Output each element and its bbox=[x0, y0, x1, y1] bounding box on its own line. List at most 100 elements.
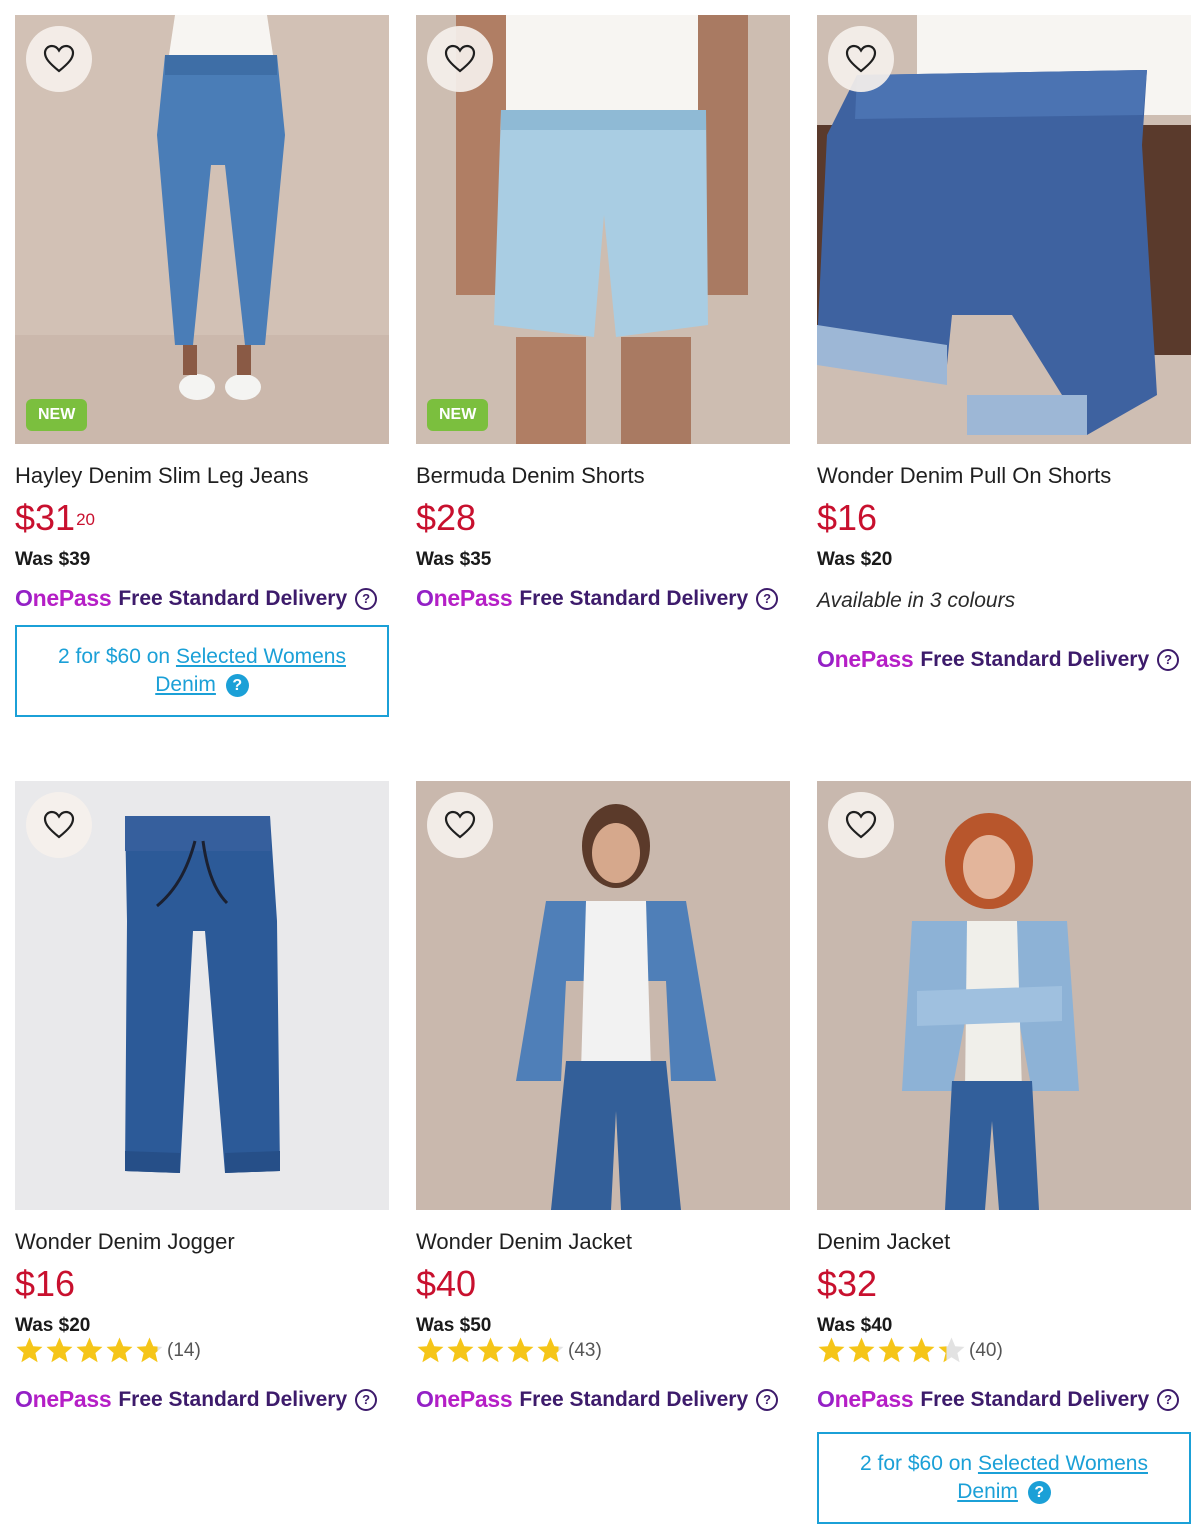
review-count[interactable]: (40) bbox=[969, 1340, 1003, 1362]
star-rating[interactable]: (40) bbox=[817, 1336, 1003, 1365]
product-card[interactable]: Wonder Denim Jogger $16 Was $20 (14) One… bbox=[15, 781, 389, 1521]
onepass-delivery: OnePass Free Standard Delivery ? bbox=[817, 646, 1180, 673]
promo-prefix: 2 for $60 on bbox=[860, 1452, 973, 1475]
product-name[interactable]: Wonder Denim Pull On Shorts bbox=[817, 463, 1111, 489]
onepass-logo: OnePass bbox=[15, 1386, 112, 1412]
was-price: Was $39 bbox=[15, 549, 91, 570]
promo-link-2[interactable]: Denim bbox=[957, 1480, 1018, 1503]
was-price: Was $40 bbox=[817, 1315, 893, 1336]
heart-outline-icon bbox=[845, 44, 877, 73]
review-count[interactable]: (43) bbox=[568, 1340, 602, 1362]
favourite-button[interactable] bbox=[828, 792, 894, 858]
was-price: Was $50 bbox=[416, 1315, 492, 1336]
delivery-text: Free Standard Delivery bbox=[920, 647, 1150, 671]
promo-prefix: 2 for $60 on bbox=[58, 645, 171, 668]
promo-link[interactable]: Selected Womens bbox=[978, 1452, 1148, 1475]
delivery-text: Free Standard Delivery bbox=[118, 1387, 348, 1411]
was-price: Was $35 bbox=[416, 549, 492, 570]
heart-outline-icon bbox=[43, 44, 75, 73]
star-icon bbox=[507, 1337, 534, 1363]
promo-box: 2 for $60 on Selected Womens Denim ? bbox=[15, 625, 389, 717]
delivery-text: Free Standard Delivery bbox=[118, 586, 348, 610]
star-icon bbox=[417, 1337, 444, 1363]
promo-link-2[interactable]: Denim bbox=[155, 673, 216, 696]
new-badge: NEW bbox=[26, 399, 88, 431]
product-name[interactable]: Denim Jacket bbox=[817, 1229, 950, 1255]
product-price: $16 bbox=[817, 497, 878, 538]
star-icon bbox=[537, 1337, 564, 1363]
review-count[interactable]: (14) bbox=[167, 1340, 201, 1362]
onepass-logo: OnePass bbox=[15, 585, 112, 611]
star-icon bbox=[76, 1337, 103, 1363]
product-image[interactable] bbox=[416, 781, 790, 1210]
price-dollars: $31 bbox=[15, 497, 76, 538]
product-image[interactable]: NEW bbox=[15, 15, 389, 444]
onepass-logo: OnePass bbox=[416, 1386, 513, 1412]
delivery-text: Free Standard Delivery bbox=[519, 1387, 749, 1411]
product-image[interactable] bbox=[817, 15, 1191, 444]
delivery-text: Free Standard Delivery bbox=[519, 586, 749, 610]
colour-availability[interactable]: Available in 3 colours bbox=[817, 589, 1015, 613]
heart-outline-icon bbox=[444, 810, 476, 839]
product-card[interactable]: Wonder Denim Jacket $40 Was $50 (43) One… bbox=[416, 781, 790, 1521]
star-icon bbox=[46, 1337, 73, 1363]
stars bbox=[817, 1336, 967, 1365]
promo-box: 2 for $60 on Selected Womens Denim ? bbox=[817, 1432, 1191, 1524]
question-circle-icon[interactable]: ? bbox=[225, 673, 249, 697]
onepass-delivery: OnePass Free Standard Delivery ? bbox=[817, 1386, 1180, 1413]
heart-outline-icon bbox=[845, 810, 877, 839]
heart-outline-icon bbox=[444, 44, 476, 73]
star-icon bbox=[818, 1337, 845, 1363]
star-rating[interactable]: (14) bbox=[15, 1336, 201, 1365]
product-image[interactable] bbox=[15, 781, 389, 1210]
new-badge: NEW bbox=[427, 399, 489, 431]
product-card[interactable]: Denim Jacket $32 Was $40 (40) OnePass Fr… bbox=[817, 781, 1191, 1526]
star-icon bbox=[477, 1337, 504, 1363]
star-icon bbox=[938, 1337, 965, 1363]
product-card[interactable]: NEW Hayley Denim Slim Leg Jeans $3120 Wa… bbox=[15, 15, 389, 725]
product-price: $28 bbox=[416, 497, 477, 538]
product-image[interactable] bbox=[817, 781, 1191, 1210]
question-circle-icon[interactable]: ? bbox=[355, 1388, 378, 1411]
product-price: $32 bbox=[817, 1263, 878, 1304]
star-icon bbox=[16, 1337, 43, 1363]
product-name[interactable]: Wonder Denim Jogger bbox=[15, 1229, 235, 1255]
product-image[interactable]: NEW bbox=[416, 15, 790, 444]
onepass-delivery: OnePass Free Standard Delivery ? bbox=[15, 585, 378, 612]
was-price: Was $20 bbox=[817, 549, 893, 570]
product-name[interactable]: Bermuda Denim Shorts bbox=[416, 463, 645, 489]
favourite-button[interactable] bbox=[427, 792, 493, 858]
question-circle-icon[interactable]: ? bbox=[756, 587, 779, 610]
stars bbox=[15, 1336, 165, 1365]
product-price: $40 bbox=[416, 1263, 477, 1304]
question-circle-icon[interactable]: ? bbox=[1157, 648, 1180, 671]
star-icon bbox=[908, 1337, 935, 1363]
onepass-logo: OnePass bbox=[416, 585, 513, 611]
onepass-delivery: OnePass Free Standard Delivery ? bbox=[416, 585, 779, 612]
product-name[interactable]: Wonder Denim Jacket bbox=[416, 1229, 632, 1255]
favourite-button[interactable] bbox=[26, 792, 92, 858]
question-circle-icon[interactable]: ? bbox=[1027, 1480, 1051, 1504]
product-price: $16 bbox=[15, 1263, 76, 1304]
product-card[interactable]: Wonder Denim Pull On Shorts $16 Was $20 … bbox=[817, 15, 1191, 725]
favourite-button[interactable] bbox=[26, 26, 92, 92]
product-price: $3120 bbox=[15, 497, 95, 539]
favourite-button[interactable] bbox=[828, 26, 894, 92]
star-icon bbox=[447, 1337, 474, 1363]
star-icon bbox=[136, 1337, 163, 1363]
question-circle-icon[interactable]: ? bbox=[756, 1388, 779, 1411]
favourite-button[interactable] bbox=[427, 26, 493, 92]
delivery-text: Free Standard Delivery bbox=[920, 1387, 1150, 1411]
question-circle-icon[interactable]: ? bbox=[355, 587, 378, 610]
star-icon bbox=[878, 1337, 905, 1363]
was-price: Was $20 bbox=[15, 1315, 91, 1336]
stars bbox=[416, 1336, 566, 1365]
promo-link[interactable]: Selected Womens bbox=[176, 645, 346, 668]
product-name[interactable]: Hayley Denim Slim Leg Jeans bbox=[15, 463, 308, 489]
onepass-delivery: OnePass Free Standard Delivery ? bbox=[15, 1386, 378, 1413]
question-circle-icon[interactable]: ? bbox=[1157, 1388, 1180, 1411]
onepass-logo: OnePass bbox=[817, 1386, 914, 1412]
price-cents: 20 bbox=[76, 510, 95, 529]
product-card[interactable]: NEW Bermuda Denim Shorts $28 Was $35 One… bbox=[416, 15, 790, 725]
star-rating[interactable]: (43) bbox=[416, 1336, 602, 1365]
